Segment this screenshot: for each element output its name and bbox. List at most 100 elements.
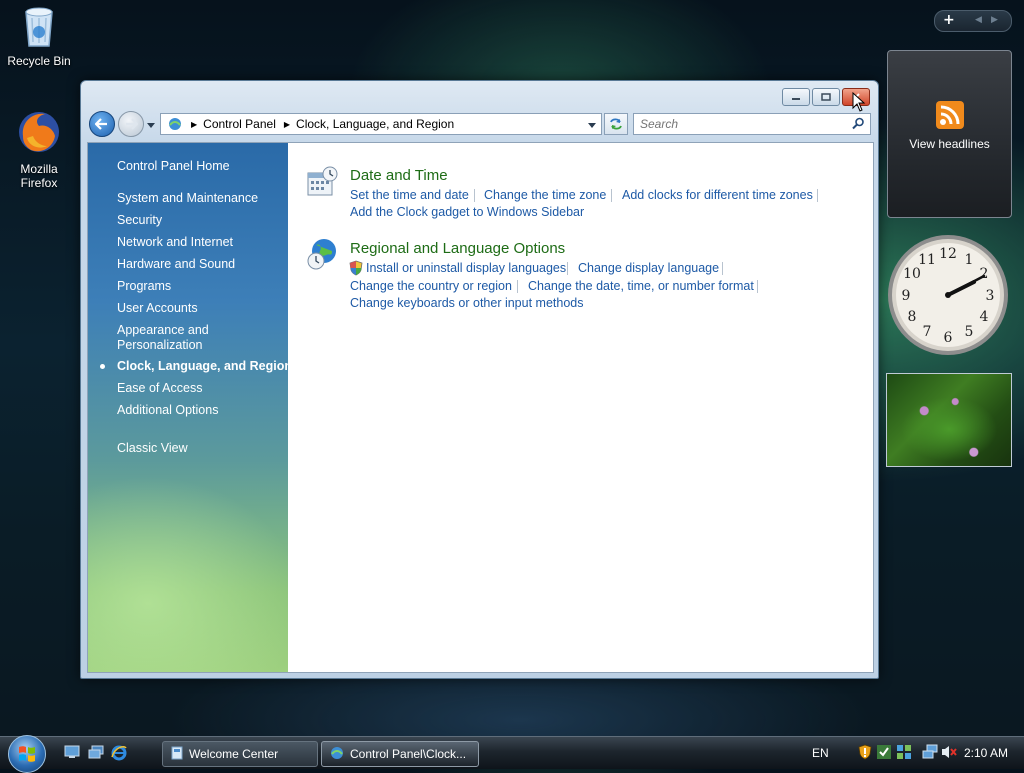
analog-clock-icon: 12 1 2 3 4 5 6 7 8 9 10 11 <box>888 235 1008 355</box>
forward-button[interactable] <box>118 111 144 137</box>
sidebar-item-ease-of-access[interactable]: Ease of Access <box>117 381 202 395</box>
navigation-bar: ▶ Control Panel ▶ Clock, Language, and R… <box>89 111 871 137</box>
windows-update-icon[interactable] <box>876 744 892 763</box>
maximize-button[interactable] <box>812 88 840 106</box>
svg-text:6: 6 <box>944 330 953 346</box>
svg-text:3: 3 <box>986 288 995 304</box>
internet-explorer-icon[interactable] <box>111 745 127 764</box>
active-item-bullet <box>100 364 105 369</box>
link-add-clocks-time-zones[interactable]: Add clocks for different time zones <box>622 188 813 202</box>
minimize-button[interactable] <box>782 88 810 106</box>
arrow-right-icon <box>126 118 138 130</box>
firefox-icon <box>1 108 77 159</box>
date-and-time-icon[interactable] <box>306 165 340 202</box>
sidebar-item-system-and-maintenance[interactable]: System and Maintenance <box>117 191 258 205</box>
refresh-button[interactable] <box>604 113 628 135</box>
sidebar-item-control-panel-home[interactable]: Control Panel Home <box>117 159 230 173</box>
slideshow-gadget[interactable] <box>886 373 1012 467</box>
back-button[interactable] <box>89 111 115 137</box>
maximize-icon <box>821 93 831 101</box>
link-change-date-time-number-format[interactable]: Change the date, time, or number format <box>528 279 754 293</box>
regional-language-options-title[interactable]: Regional and Language Options <box>350 240 565 257</box>
start-button[interactable] <box>8 735 46 773</box>
clock-gadget[interactable]: 12 1 2 3 4 5 6 7 8 9 10 11 <box>885 232 1011 358</box>
taskbar-label-control-panel: Control Panel\Clock... <box>350 747 467 761</box>
link-separator <box>757 280 758 293</box>
rss-feed-icon <box>936 101 964 132</box>
svg-text:11: 11 <box>918 252 936 268</box>
sidebar-item-user-accounts[interactable]: User Accounts <box>117 301 198 315</box>
link-install-uninstall-languages[interactable]: Install or uninstall display languages <box>366 261 566 275</box>
link-change-time-zone[interactable]: Change the time zone <box>484 188 606 202</box>
sidebar-item-network-and-internet[interactable]: Network and Internet <box>117 235 233 249</box>
next-icon[interactable]: ▶ <box>991 15 998 25</box>
task-pane: Control Panel Home System and Maintenanc… <box>88 143 292 672</box>
breadcrumb-control-panel[interactable]: Control Panel <box>203 117 276 131</box>
svg-text:2: 2 <box>980 266 989 282</box>
mouse-pointer-icon <box>852 91 866 115</box>
recycle-bin-icon <box>1 4 77 51</box>
recent-pages-dropdown[interactable] <box>146 119 156 133</box>
taskbar-button-control-panel[interactable]: Control Panel\Clock... <box>321 741 479 767</box>
control-panel-taskbar-icon <box>330 746 344 763</box>
view-headlines-label: View headlines <box>909 137 990 151</box>
link-separator <box>517 280 518 293</box>
search-input[interactable] <box>638 114 842 134</box>
sidebar-item-appearance-line2[interactable]: Personalization <box>117 338 202 352</box>
language-indicator[interactable]: EN <box>812 746 829 760</box>
sidebar-item-additional-options[interactable]: Additional Options <box>117 403 218 417</box>
security-alert-shield-icon[interactable] <box>858 744 872 763</box>
link-change-keyboards-input-methods[interactable]: Change keyboards or other input methods <box>350 296 583 310</box>
date-and-time-title[interactable]: Date and Time <box>350 167 448 184</box>
show-desktop-icon[interactable] <box>64 745 80 762</box>
arrow-left-icon <box>95 118 107 130</box>
link-separator <box>611 189 612 202</box>
desktop-icon-recycle-bin[interactable]: Recycle Bin <box>1 4 77 68</box>
volume-muted-icon[interactable] <box>940 744 958 763</box>
window-content: Control Panel Home System and Maintenanc… <box>87 142 874 673</box>
switch-windows-icon[interactable] <box>88 745 104 762</box>
taskbar-button-welcome-center[interactable]: Welcome Center <box>162 741 318 767</box>
svg-text:12: 12 <box>939 246 957 262</box>
link-separator <box>567 262 568 275</box>
system-clock[interactable]: 2:10 AM <box>964 746 1008 760</box>
sidebar-item-programs[interactable]: Programs <box>117 279 171 293</box>
regional-language-globe-icon[interactable] <box>306 237 340 274</box>
previous-icon[interactable]: ◀ <box>975 15 982 25</box>
chevron-down-icon <box>147 123 155 128</box>
network-sharing-icon[interactable] <box>896 744 912 763</box>
link-set-time-and-date[interactable]: Set the time and date <box>350 188 469 202</box>
category-pane: Date and Time Set the time and date Chan… <box>288 143 873 672</box>
breadcrumb-separator-icon: ▶ <box>191 119 198 129</box>
svg-text:5: 5 <box>965 324 974 340</box>
sidebar-item-classic-view[interactable]: Classic View <box>117 441 188 455</box>
sidebar-item-security[interactable]: Security <box>117 213 162 227</box>
link-add-clock-gadget[interactable]: Add the Clock gadget to Windows Sidebar <box>350 205 584 219</box>
svg-text:9: 9 <box>902 288 911 304</box>
sidebar-item-clock-language-region[interactable]: Clock, Language, and Region <box>117 359 292 373</box>
sidebar-item-hardware-and-sound[interactable]: Hardware and Sound <box>117 257 235 271</box>
network-connection-icon[interactable] <box>922 744 938 763</box>
link-separator <box>722 262 723 275</box>
desktop-icon-firefox[interactable]: Mozilla Firefox <box>1 108 77 190</box>
uac-shield-icon <box>349 260 363 279</box>
svg-text:4: 4 <box>980 309 989 325</box>
firefox-label-line2: Firefox <box>20 176 58 190</box>
link-separator <box>474 189 475 202</box>
svg-text:1: 1 <box>965 252 974 268</box>
link-change-display-language[interactable]: Change display language <box>578 261 719 275</box>
link-change-country-region[interactable]: Change the country or region <box>350 279 512 293</box>
address-bar[interactable]: ▶ Control Panel ▶ Clock, Language, and R… <box>160 113 602 135</box>
windows-logo-icon <box>19 746 35 762</box>
svg-text:10: 10 <box>903 266 921 282</box>
search-icon[interactable] <box>852 117 865 133</box>
control-panel-address-icon <box>167 116 183 132</box>
add-gadget-icon[interactable]: + <box>943 12 955 28</box>
breadcrumb-separator-icon: ▶ <box>283 119 291 129</box>
sidebar-item-appearance-line1[interactable]: Appearance and <box>117 323 209 337</box>
welcome-center-icon <box>171 746 183 763</box>
feed-headlines-gadget[interactable]: View headlines <box>887 50 1012 218</box>
address-dropdown-button[interactable] <box>587 119 597 133</box>
taskbar: Welcome Center Control Panel\Clock... EN… <box>0 735 1024 773</box>
breadcrumb-clock-language-region[interactable]: Clock, Language, and Region <box>296 117 454 131</box>
